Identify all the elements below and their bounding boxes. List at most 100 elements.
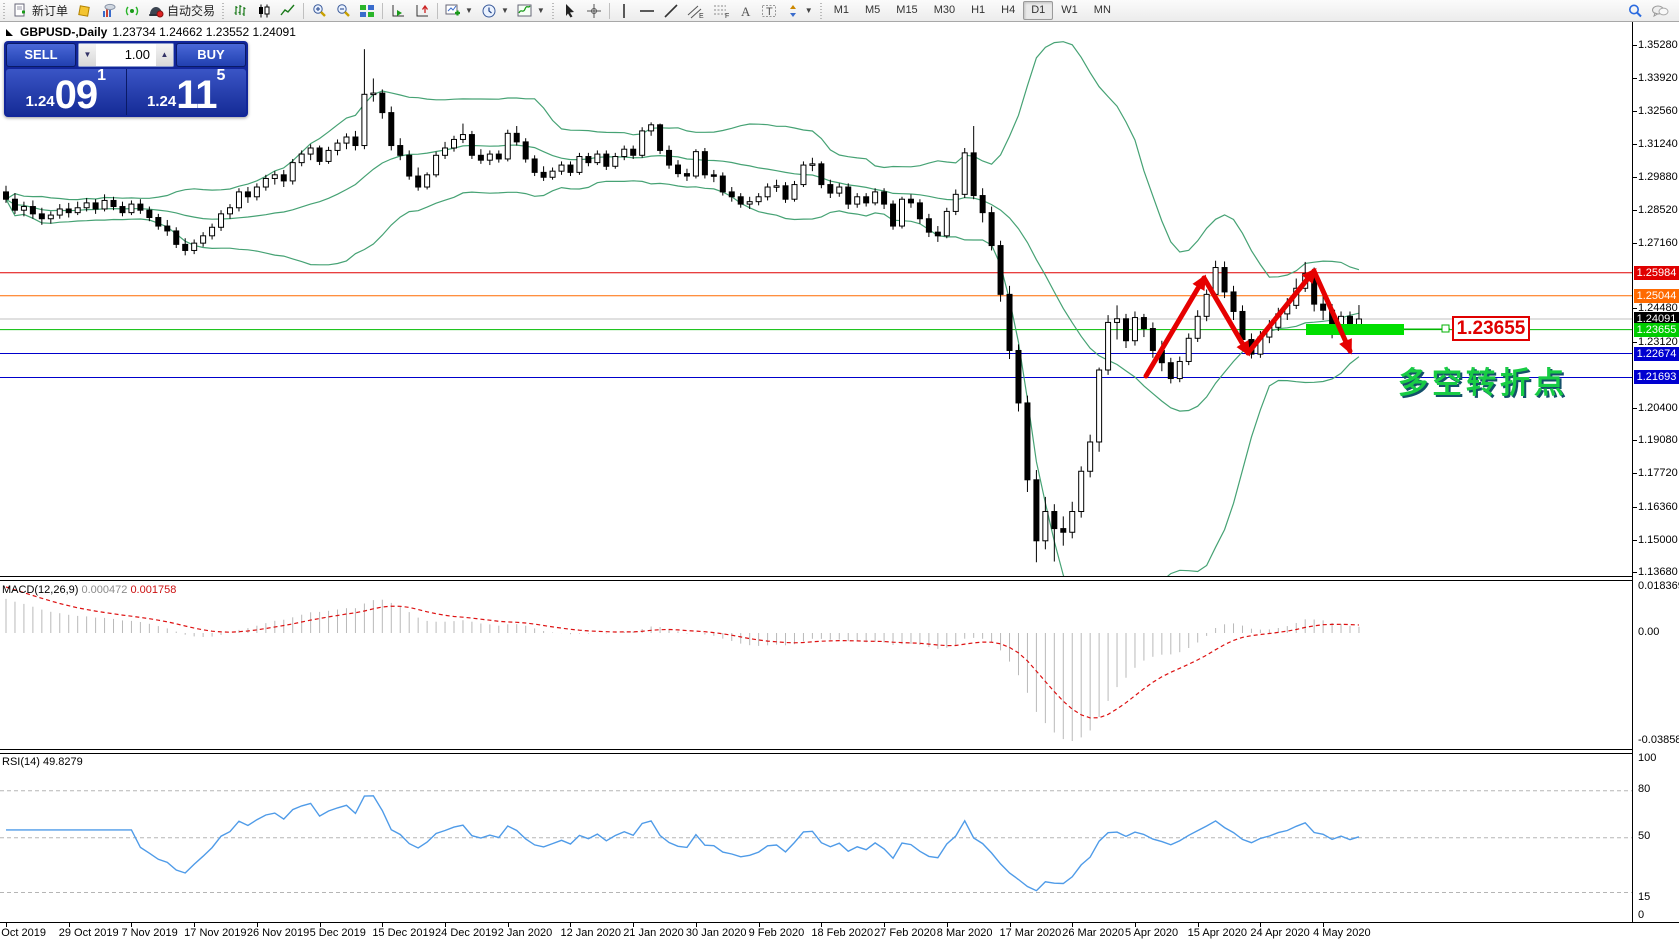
date-label: 30 Jan 2020 xyxy=(685,927,747,939)
crosshair-icon xyxy=(586,3,602,19)
bar-chart-type-button[interactable] xyxy=(228,1,252,21)
date-label: 24 Dec 2019 xyxy=(435,927,498,939)
volume-stepper[interactable]: ▼ 1.00 ▲ xyxy=(78,43,174,67)
macd-signal-value: 0.001758 xyxy=(130,584,177,596)
timeframe-button-h4[interactable]: H4 xyxy=(993,1,1023,20)
arrows-tool-button[interactable]: ▼ xyxy=(781,1,817,21)
zigzag-arrow[interactable] xyxy=(1311,268,1353,355)
tile-windows-icon xyxy=(359,3,375,19)
date-label: 15 Apr 2020 xyxy=(1187,927,1248,939)
toolbar-grip[interactable] xyxy=(550,2,556,19)
fibonacci-tool-button[interactable]: F xyxy=(709,1,735,21)
sell-price[interactable]: 1.24 09 1 xyxy=(6,67,127,115)
timeframe-button-h1[interactable]: H1 xyxy=(963,1,993,20)
candlestick-chart-type-button[interactable] xyxy=(252,1,276,21)
tile-windows-button[interactable] xyxy=(355,1,379,21)
zoom-in-icon xyxy=(311,3,327,19)
sell-button[interactable]: SELL xyxy=(6,43,76,67)
vertical-line-icon xyxy=(617,3,631,19)
indicators-icon xyxy=(517,3,533,19)
rsi-label: RSI(14) 49.8279 xyxy=(2,756,83,768)
date-label: 24 Apr 2020 xyxy=(1250,927,1310,939)
line-handle[interactable] xyxy=(1441,324,1450,333)
zigzag-arrow[interactable] xyxy=(1245,267,1317,356)
vertical-line-tool-button[interactable] xyxy=(613,1,635,21)
trendline-tool-button[interactable] xyxy=(659,1,683,21)
price-level-label: 1.25044 xyxy=(1634,288,1679,303)
chart-cloud-icon xyxy=(100,3,116,19)
volume-value[interactable]: 1.00 xyxy=(96,44,156,66)
symbol-period-label: GBPUSD-,Daily xyxy=(20,25,108,39)
volume-increase-button[interactable]: ▲ xyxy=(156,44,173,66)
cursor-tool-button[interactable] xyxy=(558,1,582,21)
chart-shift-button[interactable] xyxy=(410,1,434,21)
timeframe-button-m5[interactable]: M5 xyxy=(857,1,888,20)
rsi-value: 49.8279 xyxy=(42,756,83,768)
rsi-pane-canvas[interactable] xyxy=(0,754,1632,921)
text-tool-button[interactable]: A xyxy=(735,1,757,21)
volume-decrease-button[interactable]: ▼ xyxy=(79,44,96,66)
chart-shift-icon xyxy=(414,3,430,19)
chevron-down-icon: ▼ xyxy=(804,6,813,15)
line-chart-type-button[interactable] xyxy=(276,1,300,21)
autotrading-label: 自动交易 xyxy=(167,4,216,18)
mt4-terminal: 新订单 自动交易 ▼ ▼ ▼ E F A T ▼ M1 M5 M15 M30 H… xyxy=(0,0,1679,940)
candles xyxy=(3,49,1362,563)
indicators-button[interactable]: ▼ xyxy=(513,1,549,21)
timeframe-button-m30[interactable]: M30 xyxy=(926,1,963,20)
indicator-axis-tick: 0 xyxy=(1638,909,1645,921)
price-tick: 1.31240 xyxy=(1633,137,1678,150)
buy-price[interactable]: 1.24 11 5 xyxy=(126,68,246,117)
buy-price-big: 11 xyxy=(176,73,217,117)
date-label: 2 Jan 2020 xyxy=(497,927,553,939)
signals-button[interactable] xyxy=(120,1,144,21)
date-label: 29 Oct 2019 xyxy=(58,927,119,939)
toolbar-grip[interactable] xyxy=(221,2,227,19)
price-tag-annotation[interactable]: 1.23655 xyxy=(1452,316,1530,341)
pane-splitter[interactable] xyxy=(0,749,1679,754)
timeframe-button-w1[interactable]: W1 xyxy=(1053,1,1086,20)
crosshair-tool-button[interactable] xyxy=(582,1,606,21)
price-axis[interactable]: 1.35280 1.33920 1.32560 1.31240 1.29880 1.285… xyxy=(1632,22,1679,923)
search-button[interactable] xyxy=(1623,1,1647,21)
price-tick: 1.35280 xyxy=(1633,39,1678,51)
macd-pane-canvas[interactable] xyxy=(0,581,1632,749)
toolbar-grip[interactable] xyxy=(818,2,824,19)
date-label: 26 Mar 2020 xyxy=(1062,927,1124,939)
price-level-label: 1.22674 xyxy=(1634,346,1679,361)
new-order-button[interactable]: 新订单 xyxy=(9,1,72,21)
equidistant-channel-tool-button[interactable]: E xyxy=(683,1,709,21)
timeframe-bar: M1 M5 M15 M30 H1 H4 D1 W1 MN xyxy=(826,1,1119,20)
support-zone-bar[interactable] xyxy=(1306,324,1404,335)
symbol-marker-icon xyxy=(6,25,15,39)
new-order-icon xyxy=(13,3,29,19)
marketplace-button[interactable] xyxy=(72,1,96,21)
chat-button[interactable] xyxy=(1647,1,1673,21)
horizontal-line-tool-button[interactable] xyxy=(635,1,659,21)
text-label-tool-button[interactable]: T xyxy=(757,1,781,21)
auto-scroll-button[interactable] xyxy=(386,1,410,21)
pane-splitter[interactable] xyxy=(0,576,1679,581)
signal-icon xyxy=(124,3,140,19)
profiles-button[interactable]: ▼ xyxy=(477,1,513,21)
new-chart-button[interactable]: ▼ xyxy=(441,1,477,21)
timeframe-button-mn[interactable]: MN xyxy=(1086,1,1119,20)
macd-label: MACD(12,26,9) 0.000472 0.001758 xyxy=(2,584,176,596)
text-label-icon: T xyxy=(761,3,777,19)
price-tick: 1.17720 xyxy=(1633,467,1678,480)
sell-price-sup: 1 xyxy=(97,67,107,84)
timeframe-button-m15[interactable]: M15 xyxy=(888,1,925,20)
turning-point-annotation[interactable]: 多空转折点 xyxy=(1398,358,1568,402)
autotrading-button[interactable]: 自动交易 xyxy=(144,1,219,21)
date-axis[interactable]: 20 Oct 2019 29 Oct 20197 Nov 2019 17 Nov 2… xyxy=(0,922,1679,940)
zoom-in-button[interactable] xyxy=(307,1,331,21)
price-tick: 1.32560 xyxy=(1633,105,1678,118)
charts-cloud-button[interactable] xyxy=(96,1,120,21)
timeframe-button-m1[interactable]: M1 xyxy=(826,1,857,20)
toolbar-grip[interactable] xyxy=(2,2,7,19)
chevron-down-icon: ▼ xyxy=(536,6,545,15)
zoom-out-button[interactable] xyxy=(331,1,355,21)
sell-price-small: 1.24 xyxy=(25,93,55,110)
timeframe-button-d1[interactable]: D1 xyxy=(1023,1,1054,20)
buy-button[interactable]: BUY xyxy=(176,43,246,67)
